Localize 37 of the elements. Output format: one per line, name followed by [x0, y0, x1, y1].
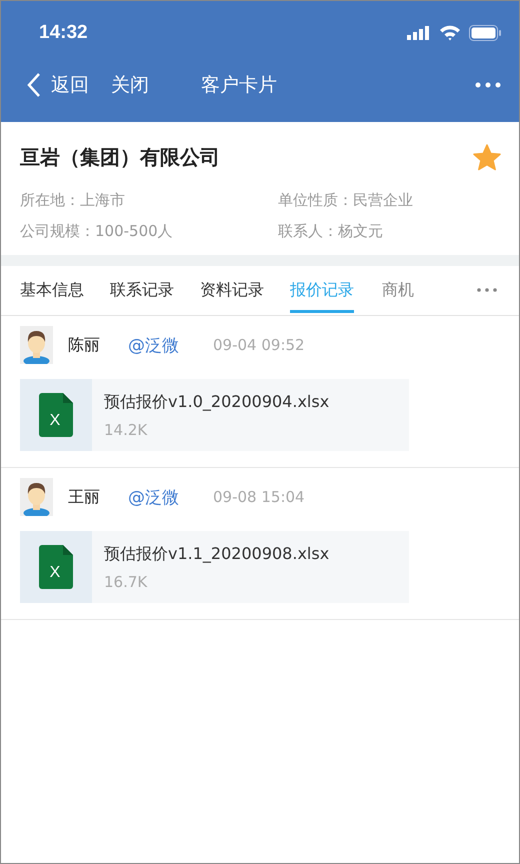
- file-card[interactable]: X 预估报价v1.0_20200904.xlsx 14.2K: [20, 379, 409, 451]
- file-name: 预估报价v1.1_20200908.xlsx: [104, 544, 330, 564]
- spreadsheet-icon: X: [39, 545, 73, 589]
- author-name: 陈丽: [68, 334, 101, 356]
- more-icon[interactable]: [477, 288, 497, 292]
- mention-link[interactable]: @泛微: [128, 334, 213, 356]
- record-time: 09-08 15:04: [213, 488, 305, 506]
- tab[interactable]: 基本信息: [20, 266, 84, 313]
- record-time: 09-04 09:52: [213, 336, 305, 354]
- page-title: 客户卡片: [201, 72, 278, 98]
- status-time: 14:32: [39, 22, 88, 44]
- spreadsheet-icon: X: [39, 393, 73, 437]
- tab[interactable]: 资料记录: [200, 266, 264, 313]
- author-name: 王丽: [68, 486, 101, 508]
- company-field: 公司规模：100-500人: [20, 222, 278, 241]
- company-field: 单位性质：民营企业: [278, 191, 501, 210]
- company-field: 联系人：杨文元: [278, 222, 501, 241]
- file-size: 14.2K: [104, 420, 148, 438]
- close-button[interactable]: 关闭: [111, 72, 149, 98]
- chevron-left-icon: [27, 72, 41, 98]
- company-name: 亘岩（集团）有限公司: [20, 144, 220, 171]
- mention-link[interactable]: @泛微: [128, 486, 213, 508]
- battery-icon: [469, 25, 501, 41]
- signal-icon: [407, 26, 431, 40]
- tab[interactable]: 商机: [380, 266, 416, 313]
- wifi-icon: [439, 25, 461, 41]
- back-button[interactable]: 返回: [27, 72, 89, 98]
- tab[interactable]: 联系记录: [110, 266, 174, 313]
- star-icon[interactable]: [473, 144, 501, 171]
- file-card[interactable]: X 预估报价v1.1_20200908.xlsx 16.7K: [20, 531, 409, 603]
- tab[interactable]: 报价记录: [290, 266, 354, 313]
- avatar-icon: [20, 326, 53, 364]
- file-size: 16.7K: [104, 572, 148, 590]
- company-field: 所在地：上海市: [20, 191, 278, 210]
- avatar-icon: [20, 478, 53, 516]
- file-name: 预估报价v1.0_20200904.xlsx: [104, 392, 330, 412]
- more-icon[interactable]: [475, 82, 501, 88]
